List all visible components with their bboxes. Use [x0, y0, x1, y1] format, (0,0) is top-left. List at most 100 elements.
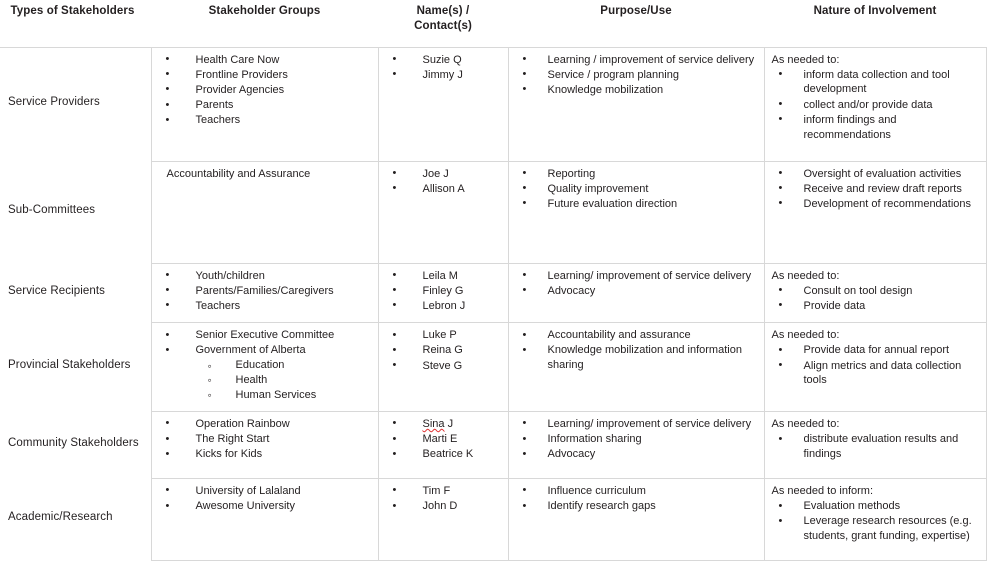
nature-list: Oversight of evaluation activities Recei…: [771, 166, 980, 212]
row-type-label: Provincial Stakeholders: [0, 322, 151, 412]
purpose-list: Learning / improvement of service delive…: [515, 52, 758, 98]
purpose-list: Influence curriculum Identify research g…: [515, 483, 758, 514]
list-item: Reina G: [385, 343, 502, 358]
nature-leadin: As needed to:: [771, 269, 840, 282]
list-item: Government of Alberta Education Health H…: [158, 343, 372, 403]
list-item: Teachers: [158, 113, 372, 128]
row-purpose-cell: Learning / improvement of service delive…: [507, 46, 765, 162]
list-item: Future evaluation direction: [515, 196, 758, 212]
list-item: Influence curriculum: [515, 483, 758, 499]
table-row: Community Stakeholders Operation Rainbow…: [0, 410, 987, 479]
table-row: Service Recipients Youth/children Parent…: [0, 262, 987, 324]
list-item: Leverage research resources (e.g. studen…: [771, 514, 980, 543]
list-item: Evaluation methods: [771, 499, 980, 514]
list-item: Luke P: [385, 328, 502, 343]
list-item: Provide data for annual report: [771, 343, 980, 358]
table-row: Sub-Committees Accountability and Assura…: [0, 160, 987, 264]
nature-leadin: As needed to inform:: [771, 484, 874, 497]
header-row: Types of Stakeholders Stakeholder Groups…: [0, 0, 986, 47]
name-list: Tim F John D: [385, 483, 502, 514]
list-item-label: Government of Alberta: [195, 344, 306, 357]
row-names-cell: Tim F John D: [377, 477, 509, 561]
list-item: Parents: [158, 98, 372, 113]
column-header-types: Types of Stakeholders: [10, 5, 135, 17]
table-header: Types of Stakeholders Stakeholder Groups…: [0, 0, 986, 47]
group-list: University of Lalaland Awesome Universit…: [158, 483, 372, 514]
row-purpose-cell: Reporting Quality improvement Future eva…: [507, 160, 765, 264]
list-item: Beatrice K: [385, 447, 502, 462]
row-groups-cell: Health Care Now Frontline Providers Prov…: [150, 46, 379, 162]
name-list: Luke P Reina G Steve G: [385, 328, 502, 373]
column-header-names: Name(s) / Contact(s): [378, 0, 508, 47]
row-purpose-cell: Influence curriculum Identify research g…: [507, 477, 765, 561]
row-groups-cell: Senior Executive Committee Government of…: [150, 322, 379, 412]
purpose-list: Learning/ improvement of service deliver…: [515, 268, 758, 299]
row-nature-cell: As needed to: Consult on tool design Pro…: [763, 262, 987, 324]
table-body: Service Providers Health Care Now Frontl…: [0, 46, 987, 561]
row-names-cell: Luke P Reina G Steve G: [377, 322, 509, 412]
row-nature-cell: Oversight of evaluation activities Recei…: [763, 160, 987, 264]
list-item: Accountability and assurance: [515, 328, 758, 343]
row-groups-cell: University of Lalaland Awesome Universit…: [150, 477, 379, 561]
list-item: Leila M: [385, 268, 502, 284]
purpose-list: Accountability and assurance Knowledge m…: [515, 328, 758, 373]
row-names-cell: Suzie Q Jimmy J: [377, 46, 509, 162]
list-item: Health Care Now: [158, 52, 372, 68]
list-item: Youth/children: [158, 268, 372, 284]
header-rule: [0, 47, 986, 48]
table-row: Provincial Stakeholders Senior Executive…: [0, 322, 987, 412]
sub-group-list: Education Health Human Services: [196, 358, 372, 403]
row-groups-cell: Youth/children Parents/Families/Caregive…: [150, 262, 379, 324]
group-list: Senior Executive Committee Government of…: [158, 328, 372, 403]
row-names-cell: Leila M Finley G Lebron J: [377, 262, 509, 324]
name-list: Joe J Allison A: [385, 166, 502, 197]
list-item: inform findings and recommendations: [771, 112, 980, 142]
row-purpose-cell: Accountability and assurance Knowledge m…: [507, 322, 765, 412]
list-item: Human Services: [196, 387, 372, 403]
list-item: Reporting: [515, 166, 758, 182]
table-row: Service Providers Health Care Now Frontl…: [0, 46, 987, 162]
list-item: Learning/ improvement of service deliver…: [515, 268, 758, 284]
name-list: Leila M Finley G Lebron J: [385, 268, 502, 314]
name-list: Sina J Marti E Beatrice K: [385, 416, 502, 462]
list-item: Kicks for Kids: [158, 447, 372, 462]
row-groups-cell: Operation Rainbow The Right Start Kicks …: [150, 410, 379, 479]
list-item: Finley G: [385, 283, 502, 299]
list-item: The Right Start: [158, 432, 372, 447]
list-item: Awesome University: [158, 499, 372, 514]
list-item: Align metrics and data collection tools: [771, 358, 980, 388]
list-item: Receive and review draft reports: [771, 181, 980, 197]
list-item: Oversight of evaluation activities: [771, 166, 980, 182]
list-item: Quality improvement: [515, 181, 758, 197]
nature-list: distribute evaluation results and findin…: [771, 432, 980, 461]
list-item: Information sharing: [515, 432, 758, 447]
row-type-label: Sub-Committees: [0, 161, 151, 263]
column-header-groups: Stakeholder Groups: [208, 5, 321, 17]
list-item: Identify research gaps: [515, 499, 758, 514]
list-item: Advocacy: [515, 283, 758, 299]
row-names-cell: Sina J Marti E Beatrice K: [377, 410, 509, 479]
stakeholder-table: Types of Stakeholders Stakeholder Groups…: [0, 0, 987, 561]
list-item: Tim F: [385, 483, 502, 499]
list-item: Education: [196, 358, 372, 374]
list-item: collect and/or provide data: [771, 97, 980, 113]
list-item: Steve G: [385, 358, 502, 374]
group-list: Youth/children Parents/Families/Caregive…: [158, 268, 372, 314]
nature-list: Consult on tool design Provide data: [771, 283, 980, 314]
nature-leadin: As needed to:: [771, 329, 840, 342]
row-type-label: Service Recipients: [0, 263, 151, 323]
list-item: Frontline Providers: [158, 67, 372, 83]
table-row: Academic/Research University of Lalaland…: [0, 477, 987, 561]
row-purpose-cell: Learning/ improvement of service deliver…: [507, 262, 765, 324]
nature-list: Evaluation methods Leverage research res…: [771, 499, 980, 544]
list-item: Advocacy: [515, 447, 758, 462]
row-purpose-cell: Learning/ improvement of service deliver…: [507, 410, 765, 479]
name-list: Suzie Q Jimmy J: [385, 52, 502, 83]
row-nature-cell: As needed to inform: Evaluation methods …: [763, 477, 987, 561]
column-header-names-line2: Contact(s): [414, 20, 472, 33]
list-item: Operation Rainbow: [158, 416, 372, 432]
column-header-names-line1: Name(s) /: [416, 5, 470, 17]
list-item: Sina J: [385, 416, 502, 432]
purpose-list: Reporting Quality improvement Future eva…: [515, 166, 758, 212]
row-nature-cell: As needed to: Provide data for annual re…: [763, 322, 987, 412]
